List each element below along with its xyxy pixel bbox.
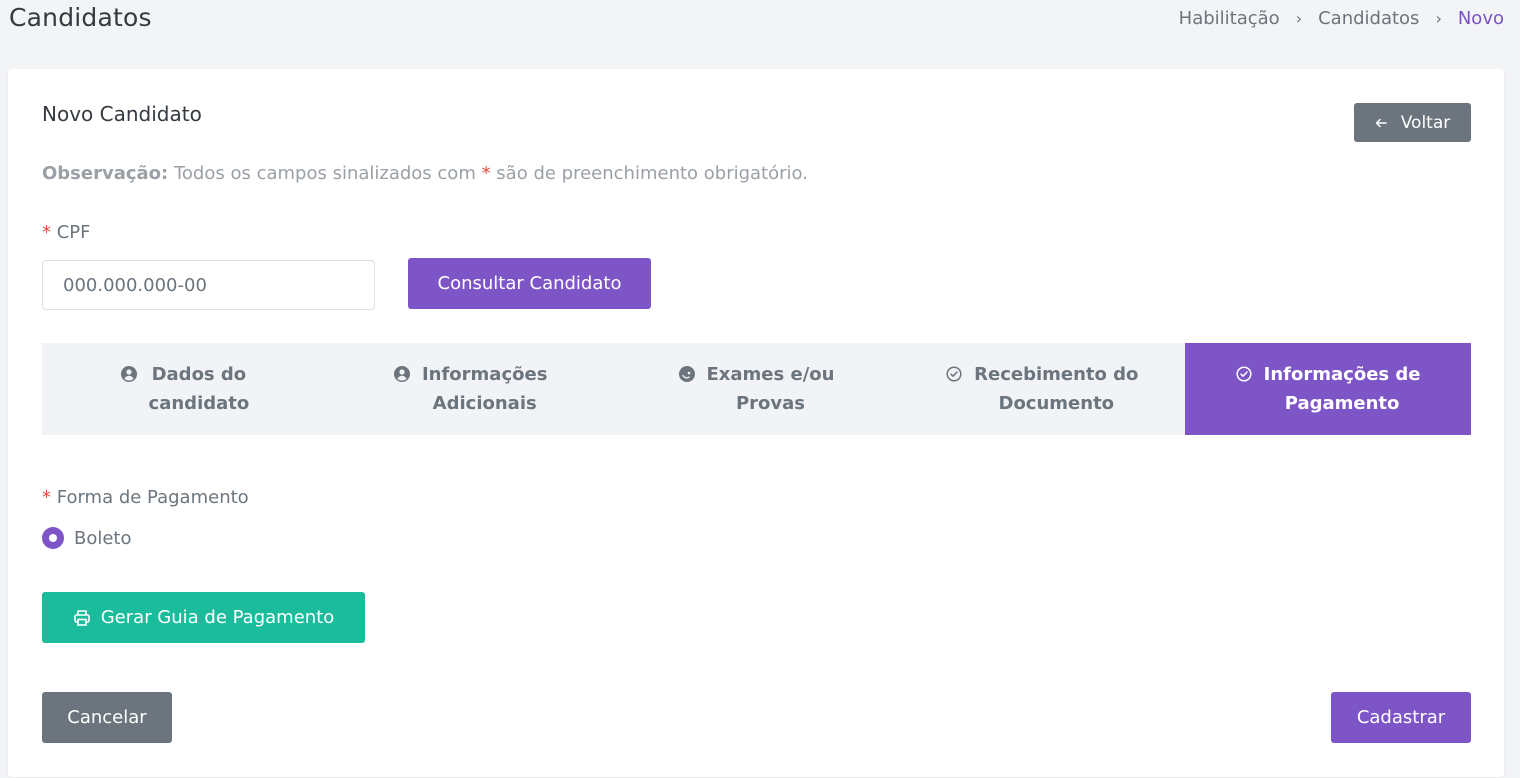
check-circle-icon — [946, 366, 962, 382]
tab-dados-do-candidato[interactable]: Dados do candidato — [42, 343, 328, 435]
tab-exames-provas[interactable]: Exames e/ou Provas — [614, 343, 900, 435]
observation-note: Observação: Todos os campos sinalizados … — [42, 163, 808, 184]
tab-label-line1: Exames e/ou — [706, 364, 835, 385]
required-mark: * — [42, 222, 51, 243]
generate-payment-guide-label: Gerar Guia de Pagamento — [100, 607, 335, 628]
breadcrumb-item-habilitacao[interactable]: Habilitação — [1179, 8, 1280, 29]
payment-method-label: * Forma de Pagamento — [42, 487, 249, 508]
boleto-radio[interactable] — [42, 527, 64, 549]
payment-option-boleto[interactable]: Boleto — [42, 527, 132, 549]
required-mark: * — [481, 163, 491, 184]
arrow-left-icon — [1375, 118, 1387, 127]
check-circle-icon — [1236, 366, 1252, 382]
tab-informacoes-adicionais[interactable]: Informações Adicionais — [328, 343, 614, 435]
cpf-label-text: CPF — [56, 222, 91, 243]
page-title: Candidatos — [9, 3, 152, 32]
back-button[interactable]: Voltar — [1354, 103, 1471, 142]
breadcrumb-item-candidatos[interactable]: Candidatos — [1318, 8, 1419, 29]
observation-strong: Observação: — [42, 163, 169, 184]
printer-icon — [73, 609, 90, 626]
tab-label-line2: Pagamento — [1284, 393, 1400, 414]
tab-label-line1: Informações de — [1263, 364, 1421, 385]
observation-text-before: Todos os campos sinalizados com — [168, 163, 482, 184]
submit-button[interactable]: Cadastrar — [1331, 692, 1471, 743]
generate-payment-guide-button[interactable]: Gerar Guia de Pagamento — [42, 592, 365, 643]
cpf-input[interactable] — [42, 260, 375, 310]
tab-label-line1: Dados do — [151, 364, 247, 385]
breadcrumb-item-novo: Novo — [1457, 8, 1504, 29]
cancel-button[interactable]: Cancelar — [42, 692, 172, 743]
tab-label-line2: Provas — [735, 393, 805, 414]
back-button-label: Voltar — [1400, 112, 1451, 133]
new-candidate-card: Novo Candidato Voltar Observação: Todos … — [8, 69, 1504, 777]
form-steps-tabs: Dados do candidato Informações Adicionai… — [42, 343, 1471, 435]
required-mark: * — [42, 487, 51, 508]
tab-recebimento-documento[interactable]: Recebimento do Documento — [899, 343, 1185, 435]
breadcrumb-separator: › — [1435, 9, 1442, 28]
tab-informacoes-pagamento[interactable]: Informações de Pagamento — [1185, 343, 1471, 435]
payment-method-label-text: Forma de Pagamento — [56, 487, 249, 508]
tab-label-line2: candidato — [148, 393, 250, 414]
observation-text-after: são de preenchimento obrigatório. — [490, 163, 808, 184]
tab-label-line2: Adicionais — [432, 393, 537, 414]
tab-label-line2: Documento — [998, 393, 1115, 414]
breadcrumb: Habilitação › Candidatos › Novo — [1179, 8, 1504, 29]
user-circle-icon — [393, 366, 410, 382]
face-icon — [678, 366, 695, 382]
tab-label-line1: Informações — [421, 364, 548, 385]
card-title: Novo Candidato — [42, 102, 202, 126]
user-circle-icon — [120, 366, 137, 382]
breadcrumb-separator: › — [1295, 9, 1303, 28]
tab-label-line1: Recebimento do — [974, 364, 1139, 385]
consult-candidate-button[interactable]: Consultar Candidato — [408, 258, 651, 309]
cpf-label: * CPF — [42, 222, 91, 243]
boleto-radio-label: Boleto — [74, 527, 132, 549]
